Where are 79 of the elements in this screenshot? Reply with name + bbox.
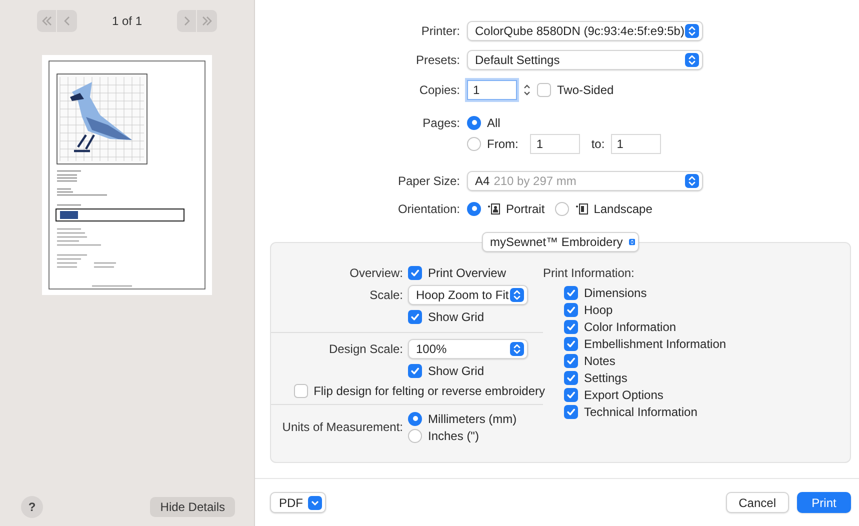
checkbox-label: Color Information [584,320,676,334]
radio-button[interactable] [408,412,422,426]
field-label: Scale: [368,288,403,302]
radio-label: Inches (") [428,428,479,442]
printer-dropdown[interactable]: ColorQube 8580DN (9c:93:4e:5f:e9:5b) [467,20,703,40]
print-button[interactable]: Print [797,492,851,513]
checkbox-label: Two-Sided [557,82,614,96]
help-button[interactable]: ? [21,496,43,518]
stepper-icon [685,52,699,66]
checkmark-icon [410,312,420,322]
radio-button[interactable] [408,428,422,442]
checkbox[interactable] [564,302,578,316]
field-label: Orientation: [396,201,460,218]
landscape-page-icon [574,202,588,214]
double-chevron-right-icon [201,15,213,27]
hide-details-button[interactable]: Hide Details [150,497,235,517]
cancel-button[interactable]: Cancel [726,492,789,513]
options-dropdown[interactable]: mySewnet™ Embroidery [482,232,639,252]
checkmark-icon [410,268,420,278]
checkbox[interactable] [564,320,578,334]
to-page-field[interactable]: 1 [610,134,661,154]
checkbox[interactable] [564,354,578,368]
scale-dropdown[interactable]: Hoop Zoom to Fit [408,285,528,305]
design-scale-dropdown[interactable]: 100% [408,339,528,359]
checkbox-label: Notes [584,354,616,368]
radio-button[interactable] [467,202,481,216]
checkbox[interactable] [294,384,308,398]
stepper-icon [510,342,524,356]
from-page-field[interactable]: 1 [530,134,580,154]
radio-label: From: [487,136,518,150]
checkbox-label: Hoop [584,302,613,316]
checkbox-label: Settings [584,370,628,384]
checkbox-label: Export Options [584,388,664,402]
stepper-icon [510,288,524,302]
radio-button[interactable] [467,136,481,150]
radio-label: Portrait [506,202,545,216]
stepper-arrows-icon [523,82,531,96]
radio-label: Millimeters (mm) [428,412,517,426]
field-label: Copies: [418,82,460,99]
field-label: Presets: [414,52,460,69]
checkbox[interactable] [564,404,578,418]
paper-size-dropdown[interactable]: A4 210 by 297 mm [467,170,703,190]
checkbox[interactable] [564,336,578,350]
field-label: Units of Measurement: [281,420,403,434]
pdf-menu-button[interactable]: PDF [270,492,326,513]
double-chevron-left-icon [40,15,52,27]
radio-button[interactable] [467,116,481,130]
stepper-icon [685,24,699,38]
presets-dropdown[interactable]: Default Settings [467,50,703,70]
field-label: Printer: [420,23,460,40]
copies-field[interactable]: 1 [467,80,517,100]
checkbox[interactable] [537,82,551,96]
checkbox-label: Print Overview [428,266,506,280]
checkbox-label: Dimensions [584,286,647,300]
checkbox-label: Technical Information [584,404,698,418]
checkbox[interactable] [408,310,422,324]
checkbox[interactable] [564,370,578,384]
portrait-page-icon [487,202,500,214]
section-label: Print Information: [543,265,636,282]
chevron-down-icon [308,496,322,510]
checkbox-label: Show Grid [428,310,484,324]
field-label: Design Scale: [328,342,403,356]
page-indicator: 1 of 1 [112,14,142,28]
field-label: Pages: [422,115,460,132]
radio-button[interactable] [554,202,569,216]
checkbox[interactable] [408,266,422,280]
checkbox-label: Show Grid [428,364,484,378]
field-label: Overview: [348,266,403,280]
checkmark-icon [410,366,420,376]
checkbox-label: Embellishment Information [584,336,726,350]
to-label: to: [591,136,605,150]
checkbox[interactable] [564,286,578,300]
radio-label: Landscape [594,202,652,216]
stepper-icon [685,174,699,188]
checkbox[interactable] [564,388,578,402]
radio-label: All [487,116,500,130]
field-label: Paper Size: [396,173,460,190]
checkbox[interactable] [408,364,422,378]
checkbox-label: Flip design for felting or reverse embroidery [314,384,545,398]
